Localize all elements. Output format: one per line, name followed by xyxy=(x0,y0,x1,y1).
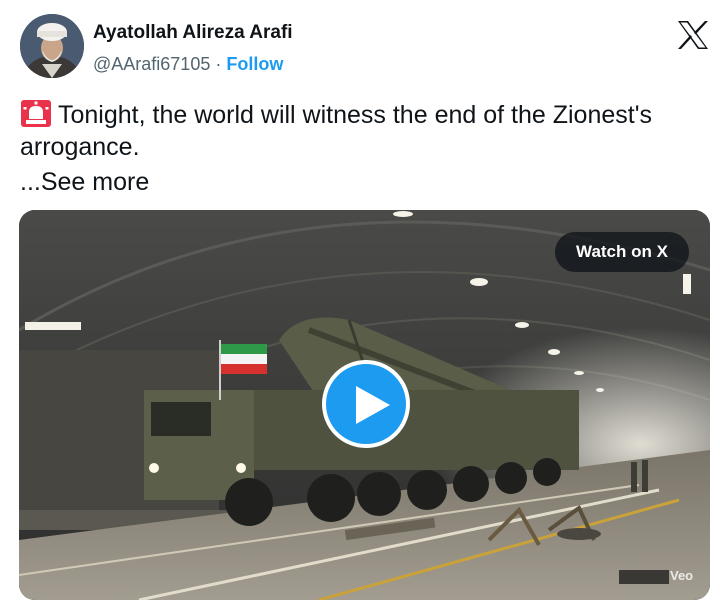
author-name[interactable]: Ayatollah Alireza Arafi xyxy=(93,22,293,44)
tweet-body-text: Tonight, the world will witness the end … xyxy=(20,101,652,161)
author-meta: @AArafi67105 · Follow xyxy=(93,54,283,75)
rotating-light-icon xyxy=(20,98,52,128)
watch-on-x-button[interactable]: Watch on X xyxy=(555,232,689,272)
play-icon xyxy=(356,386,390,424)
veo-watermark: Veo xyxy=(670,568,694,583)
avatar[interactable] xyxy=(20,14,84,78)
play-button[interactable] xyxy=(322,360,410,448)
see-more-link[interactable]: ...See more xyxy=(20,166,149,198)
tweet-text: Tonight, the world will witness the end … xyxy=(20,98,710,163)
tweet-card: Ayatollah Alireza Arafi @AArafi67105 · F… xyxy=(0,0,720,611)
video-player[interactable]: Watch on X Veo xyxy=(19,210,710,600)
x-logo-icon[interactable] xyxy=(676,20,710,50)
author-handle[interactable]: @AArafi67105 xyxy=(93,54,210,74)
follow-button[interactable]: Follow xyxy=(226,54,283,74)
separator: · xyxy=(215,54,222,74)
